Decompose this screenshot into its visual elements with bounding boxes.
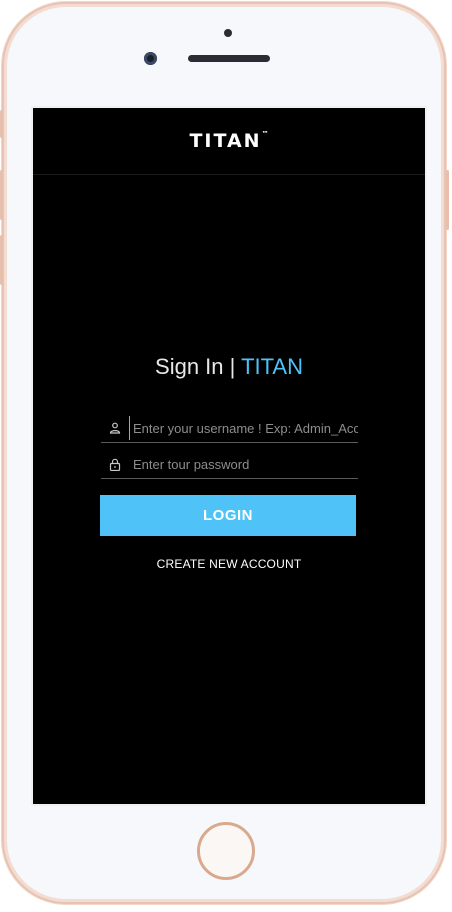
volume-up-button [0,170,3,220]
username-input[interactable] [129,416,358,440]
login-button[interactable]: LOGIN [100,495,356,536]
username-field [101,414,358,443]
home-button[interactable] [197,822,255,880]
volume-down-button [0,235,3,285]
front-camera [144,52,157,65]
password-field [101,450,358,479]
password-input[interactable] [129,452,358,476]
app-screen: TITAN™ Sign In | TITAN Enter your userna… [31,106,427,806]
signin-title-prefix: Sign In | [155,354,242,379]
power-button [446,170,449,230]
earpiece-speaker [188,55,270,62]
lock-icon [101,458,129,471]
signin-title-accent: TITAN [241,354,303,379]
create-account-link[interactable]: CREATE NEW ACCOUNT [33,557,425,571]
brand-logo: TITAN™ [189,130,268,152]
person-icon [101,422,129,434]
front-sensor [224,29,232,37]
signin-title: Sign In | TITAN [33,354,425,380]
phone-frame: TITAN™ Sign In | TITAN Enter your userna… [2,2,446,904]
mute-switch [0,110,3,138]
trademark-mark: ™ [261,129,269,138]
brand-name: TITAN [189,130,262,152]
top-bar: TITAN™ [33,108,425,175]
